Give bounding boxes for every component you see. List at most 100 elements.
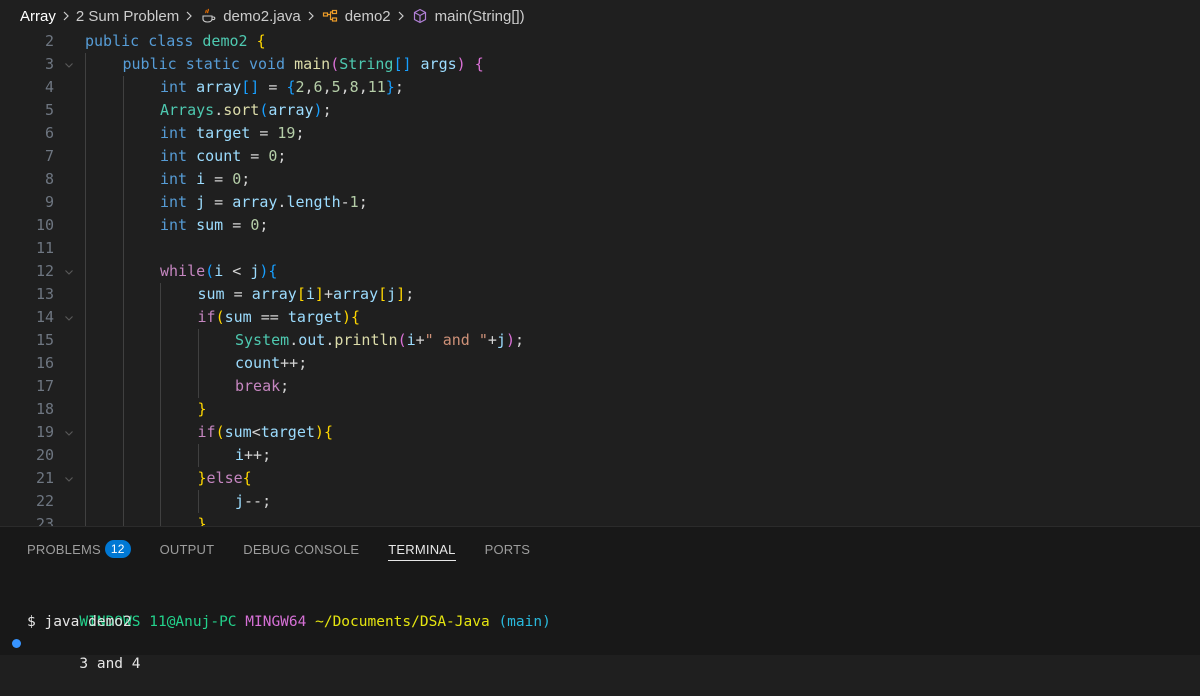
code-token: array <box>268 101 314 119</box>
tab-label: PORTS <box>484 541 531 557</box>
code-line[interactable]: 4 int array[] = {2,6,5,8,11}; <box>0 76 1200 99</box>
indent-guide <box>85 306 86 329</box>
indent-guide <box>160 421 161 444</box>
code-token: ; <box>241 170 251 188</box>
code-line[interactable]: 11 <box>0 237 1200 260</box>
tab-label: OUTPUT <box>159 541 215 557</box>
code-line[interactable]: 14 if(sum == target){ <box>0 306 1200 329</box>
code-line[interactable]: 3 public static void main(String[] args) … <box>0 53 1200 76</box>
code-token: sort <box>223 101 260 119</box>
breadcrumb-item[interactable]: demo2.java <box>199 7 301 25</box>
breadcrumb-item[interactable]: Array <box>20 8 56 25</box>
line-number: 18 <box>35 400 54 418</box>
code-line[interactable]: 20 i++; <box>0 444 1200 467</box>
code-line[interactable]: 6 int target = 19; <box>0 122 1200 145</box>
code-line[interactable]: 13 sum = array[i]+array[j]; <box>0 283 1200 306</box>
code-line[interactable]: 21}else{ <box>0 467 1200 490</box>
code-line[interactable]: 12 while(i < j){ <box>0 260 1200 283</box>
fold-chevron-icon[interactable] <box>62 306 76 329</box>
breadcrumb-item[interactable]: 2 Sum Problem <box>76 8 179 25</box>
terminal-prompt-line: WINDOWS 11@Anuj-PC MINGW64 ~/Documents/D… <box>0 591 1200 630</box>
breadcrumb-item[interactable]: main(String[]) <box>411 7 525 25</box>
code-line[interactable]: 10 int sum = 0; <box>0 214 1200 237</box>
fold-chevron-icon[interactable] <box>62 53 76 76</box>
code-token: args <box>420 55 457 73</box>
code-line[interactable]: 15 System.out.println(i+" and "+j); <box>0 329 1200 352</box>
code-token: int <box>160 147 188 165</box>
indent-guide <box>197 329 199 352</box>
code-token: + <box>415 331 425 349</box>
fold-chevron-icon[interactable] <box>62 467 76 490</box>
tab-ports[interactable]: PORTS <box>485 527 531 571</box>
code-token: int <box>160 170 188 188</box>
code-token: [] <box>393 55 412 73</box>
code-token: ) <box>342 308 352 326</box>
code-line[interactable]: 5 Arrays.sort(array); <box>0 99 1200 122</box>
indent-guide <box>85 375 86 398</box>
code-token: ; <box>394 78 404 96</box>
indent-guide <box>85 260 86 283</box>
code-line[interactable]: 9 int j = array.length-1; <box>0 191 1200 214</box>
code-token: j <box>387 285 397 303</box>
breadcrumb-item[interactable]: demo2 <box>321 7 391 25</box>
tab-output[interactable]: OUTPUT <box>160 527 215 571</box>
tab-terminal[interactable]: TERMINAL <box>388 527 456 571</box>
tab-debug-console[interactable]: DEBUG CONSOLE <box>243 527 359 571</box>
indent-guide <box>85 421 86 444</box>
line-number: 2 <box>44 32 54 50</box>
line-number: 14 <box>35 308 54 326</box>
command-status-dot-icon[interactable] <box>12 639 21 648</box>
code-editor[interactable]: 2 public class demo2 {3 public static void… <box>0 30 1200 526</box>
tab-problems[interactable]: PROBLEMS 12 <box>27 527 131 571</box>
code-line[interactable]: 7 int count = 0; <box>0 145 1200 168</box>
indent-guide <box>197 352 199 375</box>
code-line[interactable]: 18} <box>0 398 1200 421</box>
breadcrumb-item-label: 2 Sum Problem <box>75 7 180 25</box>
code-token: count <box>196 147 242 165</box>
code-token: sum <box>196 216 224 234</box>
indent-guide <box>197 490 199 513</box>
code-token: . <box>214 101 224 119</box>
code-line[interactable]: 16 count++; <box>0 352 1200 375</box>
code-token: = <box>205 170 233 188</box>
line-number: 4 <box>44 78 54 96</box>
code-token: println <box>334 331 398 349</box>
code-token: 6 <box>313 78 323 96</box>
indent-guide <box>160 375 161 398</box>
code-token: = <box>250 124 278 142</box>
indent-guide <box>85 352 86 375</box>
tab-label: TERMINAL <box>388 541 456 557</box>
code-line[interactable]: 19 if(sum<target){ <box>0 421 1200 444</box>
indent-guide <box>122 306 124 329</box>
indent-guide <box>85 145 86 168</box>
code-token: { <box>323 423 333 441</box>
indent-guide <box>122 398 124 421</box>
code-token: demo2 <box>202 32 248 50</box>
indent-guide <box>85 490 86 513</box>
code-line[interactable]: 22 j--; <box>0 490 1200 513</box>
code-token: [] <box>241 78 260 96</box>
code-line[interactable]: 23} <box>0 513 1200 526</box>
line-number: 7 <box>44 147 54 165</box>
tab-label: DEBUG CONSOLE <box>243 541 360 557</box>
terminal[interactable]: WINDOWS 11@Anuj-PC MINGW64 ~/Documents/D… <box>0 591 1200 672</box>
fold-chevron-icon[interactable] <box>62 421 76 444</box>
code-line[interactable]: 8 int i = 0; <box>0 168 1200 191</box>
indent-guide <box>85 191 86 214</box>
code-token: ( <box>215 308 225 326</box>
fold-chevron-icon[interactable] <box>62 260 76 283</box>
line-number: 5 <box>44 101 54 119</box>
code-token: = <box>224 285 252 303</box>
code-line[interactable]: 17 break; <box>0 375 1200 398</box>
indent-guide <box>85 99 86 122</box>
code-line[interactable]: 2 public class demo2 { <box>0 30 1200 53</box>
line-number: 21 <box>35 469 54 487</box>
indent-guide <box>122 513 124 526</box>
code-token: ] <box>396 285 406 303</box>
